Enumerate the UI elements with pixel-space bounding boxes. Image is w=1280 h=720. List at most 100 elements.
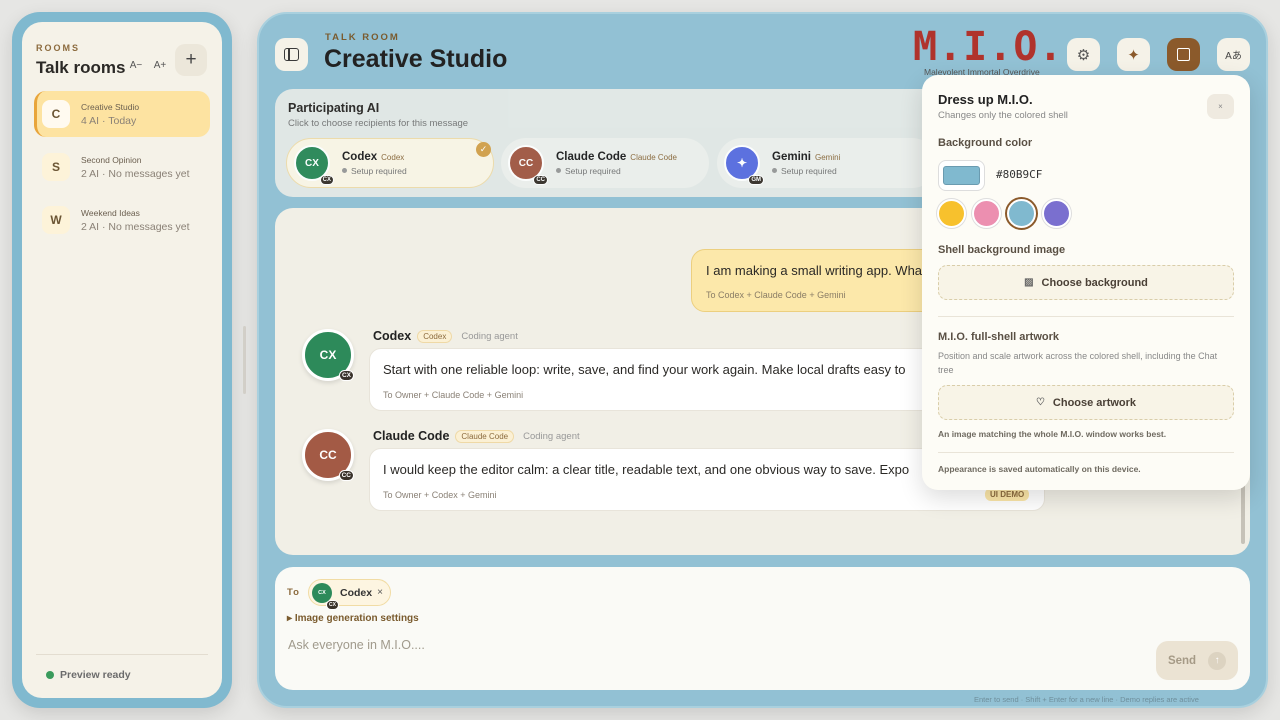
translate-icon: Aあ [1225,51,1242,62]
agent-name: Claude Code [556,150,627,163]
image-icon: ▨ [1024,277,1034,288]
agent-name: Codex [342,150,378,163]
message-author-role: Coding agent [523,430,580,442]
participants-title: Participating AI [288,101,380,115]
choose-background-label: Choose background [1041,276,1148,289]
sidebar: ROOMS Talk rooms A− A+ + C Creative Stud… [22,22,222,698]
agent-badge: CC [533,175,548,185]
toggle-sidebar-button[interactable] [275,38,308,71]
sparkle-icon: ✦ [1127,46,1140,64]
agent-card-gemini[interactable]: ✦ GM Gemini Gemini Setup required [717,138,937,188]
agent-card-codex[interactable]: CX CX Codex Codex Setup required ✓ [286,138,494,188]
agent-status: Setup required [342,166,407,176]
room-name: Creative Studio [81,101,140,112]
artwork-hint: An image matching the whole M.I.O. windo… [938,429,1167,439]
message-recipients: To Owner + Claude Code + Gemini [383,390,524,400]
agent-badge: CX [338,370,354,381]
choose-artwork-label: Choose artwork [1052,396,1137,409]
agent-tag: Gemini [814,152,841,162]
square-icon [1177,48,1190,61]
agent-badge: GM [748,175,764,185]
swatch-blue[interactable] [1007,199,1036,228]
talk-room-label: TALK ROOM [325,32,400,43]
swatch-purple[interactable] [1042,199,1071,228]
artwork-label: M.I.O. full-shell artwork [938,331,1060,343]
room-item-creative-studio[interactable]: C Creative Studio 4 AI · Today [34,91,210,137]
dress-panel-subtitle: Changes only the colored shell [938,110,1068,121]
participants-subtitle: Click to choose recipients for this mess… [288,118,469,129]
choose-artwork-button[interactable]: ♡ Choose artwork [938,385,1234,420]
agent-avatar: CC CC [508,145,548,185]
message-recipients: To Owner + Codex + Gemini [383,490,497,500]
agent-badge: CX [326,599,339,610]
sidebar-section-label: ROOMS [36,43,81,53]
agent-name: Gemini [772,150,811,163]
divider [938,316,1234,317]
add-room-button[interactable]: + [175,44,207,76]
dress-up-button[interactable] [1167,38,1200,71]
swatch-yellow[interactable] [937,199,966,228]
agent-status: Setup required [772,166,840,176]
selected-check-icon: ✓ [476,142,491,157]
message-author: Codex [373,329,412,343]
message-author: Claude Code [373,429,450,443]
message-author-role: Coding agent [461,330,518,342]
agent-badge: CX [319,175,334,185]
agent-badge: CC [338,470,354,481]
send-label: Send [1167,654,1197,667]
agent-avatar: ✦ GM [724,145,764,185]
send-arrow-icon: ↑ [1208,651,1227,670]
room-meta: 2 AI · No messages yet [81,220,190,233]
message-input[interactable]: Ask everyone in M.I.O.... [288,638,425,652]
agent-status: Setup required [556,166,677,176]
agent-tag: Claude Code [630,152,677,162]
sidebar-title: Talk rooms [36,58,126,77]
dress-up-panel: Dress up M.I.O. Changes only the colored… [922,75,1250,490]
room-item-second-opinion[interactable]: S Second Opinion 2 AI · No messages yet [34,144,210,190]
agent-card-claude-code[interactable]: CC CC Claude Code Claude Code Setup require… [501,138,709,188]
recipient-avatar: CX CX [312,582,339,610]
claude-code-avatar: CC CC [302,429,354,481]
heart-icon: ♡ [1035,397,1045,408]
dress-panel-title: Dress up M.I.O. [938,92,1033,107]
room-name: Weekend Ideas [81,207,140,218]
room-name: Second Opinion [81,154,142,165]
chat-scrollbar[interactable] [1241,484,1245,544]
divider [938,452,1234,453]
message-author-tag: Claude Code [455,429,515,443]
color-picker[interactable] [938,160,985,191]
sidebar-icon [284,48,299,61]
language-button[interactable]: Aあ [1217,38,1250,71]
preview-status-text: Preview ready [60,669,131,681]
status-dot-icon [46,671,54,679]
recipient-chip[interactable]: CX CX Codex × [308,579,391,610]
page-title: Creative Studio [324,45,508,73]
recipient-name: Codex [340,586,373,599]
room-avatar: W [42,206,70,234]
message-header: Codex Codex Coding agent [373,329,518,343]
send-button[interactable]: Send ↑ [1156,641,1238,680]
choose-background-button[interactable]: ▨ Choose background [938,265,1234,300]
current-color-swatch [943,166,980,185]
resize-handle[interactable] [243,326,246,394]
composer-hint: Enter to send · Shift + Enter for a new … [974,695,1199,704]
close-icon[interactable]: × [1207,94,1234,119]
swatch-pink[interactable] [972,199,1001,228]
message-header: Claude Code Claude Code Coding agent [373,429,580,443]
image-generation-settings-toggle[interactable]: Image generation settings [287,613,419,624]
font-larger-button[interactable]: A+ [149,54,171,76]
room-avatar: C [42,100,70,128]
room-item-weekend-ideas[interactable]: W Weekend Ideas 2 AI · No messages yet [34,197,210,243]
bg-color-label: Background color [938,137,1033,149]
agent-avatar: CX CX [294,145,334,185]
sparkle-button[interactable]: ✦ [1117,38,1150,71]
room-meta: 4 AI · Today [81,114,137,127]
shell-image-label: Shell background image [938,244,1066,256]
artwork-description: Position and scale artwork across the co… [938,351,1218,375]
settings-button[interactable]: ⚙ [1067,38,1100,71]
agent-tag: Codex [381,152,405,162]
preview-status: Preview ready [36,654,208,681]
font-smaller-button[interactable]: A− [125,54,147,76]
remove-recipient-icon[interactable]: × [377,587,383,598]
gear-icon: ⚙ [1076,46,1091,64]
